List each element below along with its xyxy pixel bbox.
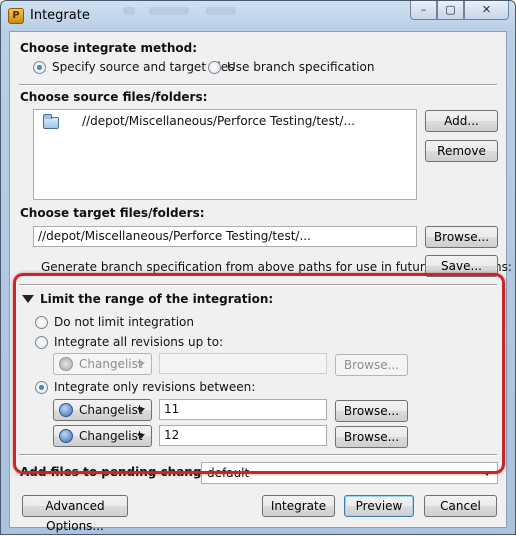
radio-icon[interactable] (33, 60, 46, 74)
radio-icon[interactable] (208, 60, 221, 74)
close-button[interactable]: ✕ (464, 1, 509, 20)
upto-value-input[interactable] (159, 353, 327, 374)
minimize-button[interactable]: – (410, 1, 437, 20)
between-to-input[interactable]: 12 (159, 425, 327, 446)
radio-no-limit[interactable]: Do not limit integration (35, 315, 194, 329)
dropdown-value: default (207, 466, 250, 480)
upto-type-dropdown[interactable]: Changelist (53, 353, 152, 375)
radio-label: Use branch specification (227, 60, 375, 74)
remove-button[interactable]: Remove (425, 140, 498, 162)
radio-icon[interactable] (35, 335, 48, 349)
chevron-down-icon (137, 434, 145, 439)
pending-changelist-dropdown[interactable]: default (201, 462, 498, 484)
p4-app-icon: P (8, 8, 24, 24)
dropdown-value: Changelist (79, 403, 143, 417)
advanced-options-button[interactable]: Advanced Options... (22, 495, 128, 533)
dropdown-value: Changelist (79, 429, 143, 443)
integrate-button[interactable]: Integrate (262, 495, 335, 517)
maximize-button[interactable]: ▢ (437, 1, 464, 20)
chevron-down-icon (137, 408, 145, 413)
method-title: Choose integrate method: (20, 41, 198, 55)
target-browse-button[interactable]: Browse... (425, 226, 498, 248)
divider (19, 84, 497, 86)
dropdown-value: Changelist (79, 357, 143, 371)
radio-branch-spec[interactable]: Use branch specification (208, 60, 374, 74)
radio-between[interactable]: Integrate only revisions between: (35, 380, 255, 394)
expand-triangle-icon[interactable] (22, 295, 34, 303)
range-expander[interactable]: Limit the range of the integration: (22, 292, 273, 306)
between-to-browse-button[interactable]: Browse... (335, 426, 408, 448)
source-files-list[interactable]: //depot/Miscellaneous/Perforce Testing/t… (33, 109, 417, 200)
background-blur (149, 7, 189, 15)
radio-icon[interactable] (35, 315, 48, 329)
integrate-window: P Integrate – ▢ ✕ Choose integrate metho… (0, 0, 516, 535)
radio-up-to[interactable]: Integrate all revisions up to: (35, 335, 223, 349)
radio-label: Integrate all revisions up to: (54, 335, 224, 349)
target-title: Choose target files/folders: (20, 206, 205, 220)
upto-browse-button[interactable]: Browse... (335, 354, 408, 376)
radio-label: Do not limit integration (54, 315, 194, 329)
dialog-client: Choose integrate method: Specify source … (9, 31, 512, 533)
changelist-icon (59, 357, 73, 371)
changelist-icon (59, 403, 73, 417)
chevron-down-icon (137, 362, 145, 367)
cancel-button[interactable]: Cancel (424, 495, 497, 517)
divider (19, 284, 497, 286)
radio-icon[interactable] (35, 380, 48, 394)
title-bar[interactable]: P Integrate – ▢ ✕ (1, 1, 515, 31)
between-from-browse-button[interactable]: Browse... (335, 400, 408, 422)
source-title: Choose source files/folders: (20, 90, 208, 104)
background-blur (206, 7, 236, 15)
between-from-type-dropdown[interactable]: Changelist (53, 399, 152, 421)
generate-branch-text: Generate branch specification from above… (41, 260, 512, 274)
source-path: //depot/Miscellaneous/Perforce Testing/t… (82, 114, 355, 128)
changelist-icon (59, 429, 73, 443)
between-to-type-dropdown[interactable]: Changelist (53, 425, 152, 447)
chevron-down-icon (483, 471, 491, 476)
window-title: Integrate (30, 8, 90, 23)
range-title: Limit the range of the integration: (40, 292, 274, 306)
between-from-input[interactable]: 11 (159, 399, 327, 420)
save-button[interactable]: Save... (425, 255, 498, 277)
target-path-input[interactable]: //depot/Miscellaneous/Perforce Testing/t… (33, 226, 417, 247)
add-button[interactable]: Add... (425, 110, 498, 132)
radio-specify-files[interactable]: Specify source and target files (33, 60, 234, 74)
divider (19, 454, 497, 456)
preview-button[interactable]: Preview (344, 495, 414, 517)
radio-label: Integrate only revisions between: (54, 380, 256, 394)
folder-icon (43, 114, 59, 129)
caption-buttons: – ▢ ✕ (410, 1, 509, 20)
list-item[interactable]: //depot/Miscellaneous/Perforce Testing/t… (34, 110, 416, 132)
background-blur (123, 7, 135, 15)
